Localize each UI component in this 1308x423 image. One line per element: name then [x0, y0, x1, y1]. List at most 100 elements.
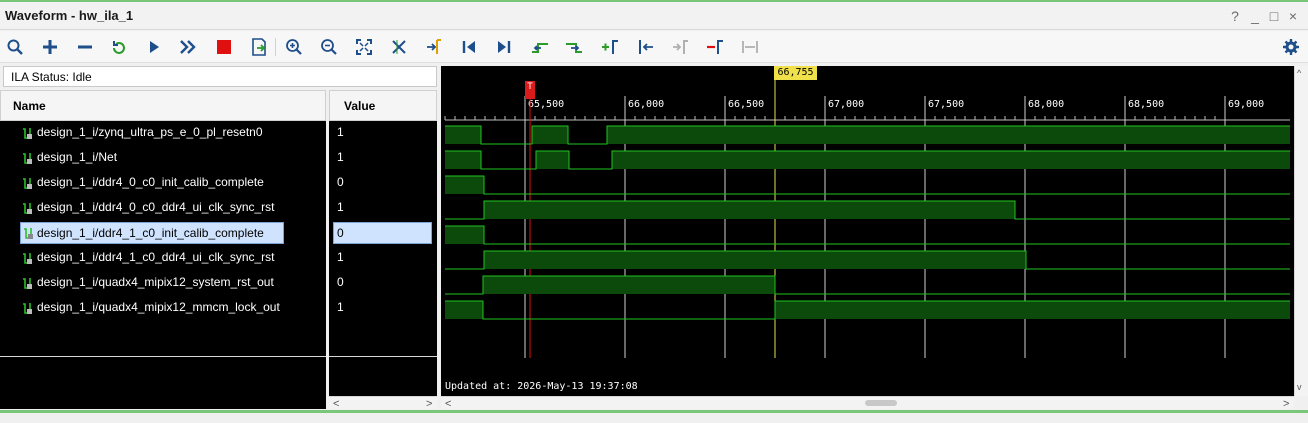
wave-high-fill [445, 226, 484, 244]
close-icon[interactable]: × [1286, 9, 1300, 23]
waveform-canvas[interactable]: 65,500 66,000 66,500 67,000 67,500 68,000 68,5… [441, 66, 1294, 396]
remove-marker-icon[interactable] [704, 36, 726, 58]
wave-high-fill [536, 151, 569, 169]
signal-row[interactable]: design_1_i/Net [0, 146, 326, 171]
scroll-left-icon[interactable]: < [333, 398, 339, 410]
settings-icon[interactable] [1280, 36, 1302, 58]
signal-name: design_1_i/ddr4_1_c0_init_calib_complete [37, 226, 264, 240]
name-column-header[interactable]: Name [0, 90, 326, 121]
run-icon[interactable] [143, 36, 165, 58]
value-row: 0 [329, 271, 437, 296]
wave-high-fill [484, 251, 1026, 269]
wave-high-fill [532, 126, 568, 144]
updated-timestamp: Updated at: 2026-May-13 19:37:08 [445, 381, 638, 392]
zoom-fit-icon[interactable] [353, 36, 375, 58]
go-end-icon[interactable] [493, 36, 515, 58]
toolbar [0, 31, 1308, 63]
signal-row[interactable]: design_1_i/quadx4_mipix12_system_rst_out [0, 271, 326, 296]
value-row: 0 [329, 171, 437, 196]
signal-value: 0 [337, 175, 344, 189]
signal-row[interactable]: design_1_i/ddr4_0_c0_init_calib_complete [0, 171, 326, 196]
signal-row[interactable]: design_1_i/ddr4_1_c0_ddr4_ui_clk_sync_rs… [0, 246, 326, 271]
wave-high-fill [445, 176, 484, 194]
tick-label: 68,500 [1128, 99, 1164, 110]
value-row-selected: 0 [329, 221, 437, 246]
zoom-in-icon[interactable] [283, 36, 305, 58]
tick-label: 69,000 [1228, 99, 1264, 110]
value-row: 1 [329, 121, 437, 146]
signal-icon [23, 278, 32, 289]
help-icon[interactable]: ? [1228, 9, 1242, 23]
scroll-right-icon[interactable]: > [426, 398, 432, 410]
signal-value: 1 [337, 250, 344, 264]
wave-high-fill [445, 151, 481, 169]
wave-high-fill [607, 126, 1290, 144]
wave-hscrollbar[interactable]: < > [441, 396, 1294, 410]
maximize-icon[interactable]: □ [1267, 9, 1281, 23]
value-hscrollbar[interactable]: < > [329, 396, 437, 410]
window-bottom-border [0, 410, 1308, 413]
signal-icon [23, 178, 32, 189]
tick-label: 67,000 [828, 99, 864, 110]
export-icon[interactable] [248, 36, 270, 58]
signal-row[interactable]: design_1_i/zynq_ultra_ps_e_0_pl_resetn0 [0, 121, 326, 146]
trigger-marker[interactable]: T [525, 81, 535, 99]
selected-highlight: design_1_i/ddr4_1_c0_init_calib_complete [20, 222, 284, 244]
tick-label: 67,500 [928, 99, 964, 110]
scroll-thumb[interactable] [865, 400, 897, 406]
value-column-header[interactable]: Value [329, 90, 437, 121]
signal-icon [23, 128, 32, 139]
signal-value: 1 [337, 150, 344, 164]
wave-high-fill [484, 201, 1015, 219]
signal-row-selected[interactable]: design_1_i/ddr4_1_c0_init_calib_complete [0, 221, 326, 246]
stop-icon[interactable] [213, 36, 235, 58]
value-row: 1 [329, 146, 437, 171]
wave-high-fill [445, 126, 481, 144]
prev-marker-icon[interactable] [635, 36, 657, 58]
minimize-icon[interactable]: _ [1248, 9, 1262, 23]
signal-name: design_1_i/ddr4_1_c0_ddr4_ui_clk_sync_rs… [37, 250, 275, 264]
waveform-svg: 65,500 66,000 66,500 67,000 67,500 68,000 68,5… [444, 80, 1290, 358]
signal-name: design_1_i/ddr4_0_c0_ddr4_ui_clk_sync_rs… [37, 200, 275, 214]
wave-high-fill [775, 301, 1290, 319]
window-title: Waveform - hw_ila_1 [5, 8, 134, 23]
signal-value: 1 [337, 125, 344, 139]
signal-name: design_1_i/quadx4_mipix12_system_rst_out [37, 275, 274, 289]
tick-label: 66,000 [628, 99, 664, 110]
ila-status: ILA Status: Idle [3, 66, 437, 87]
scroll-right-icon[interactable]: > [1283, 398, 1289, 410]
wave-high-fill [612, 151, 1290, 169]
marker-label[interactable]: 66,755 [774, 66, 817, 80]
add-marker-icon[interactable] [599, 36, 621, 58]
wave-high-fill [483, 276, 775, 294]
signal-icon [23, 203, 32, 214]
prev-transition-icon[interactable] [529, 36, 551, 58]
divider [329, 356, 437, 357]
run-all-icon[interactable] [177, 36, 199, 58]
refresh-icon[interactable] [108, 36, 130, 58]
signal-name: design_1_i/ddr4_0_c0_init_calib_complete [37, 175, 264, 189]
search-icon[interactable] [4, 36, 26, 58]
scroll-up-icon[interactable]: ^ [1297, 68, 1301, 78]
next-transition-icon[interactable] [563, 36, 585, 58]
signal-name: design_1_i/zynq_ultra_ps_e_0_pl_resetn0 [37, 125, 263, 139]
scroll-down-icon[interactable]: v [1297, 382, 1302, 392]
tick-label: 65,500 [528, 99, 564, 110]
cross-icon[interactable] [388, 36, 410, 58]
signal-row[interactable]: design_1_i/quadx4_mipix12_mmcm_lock_out [0, 296, 326, 321]
signal-row[interactable]: design_1_i/ddr4_0_c0_ddr4_ui_clk_sync_rs… [0, 196, 326, 221]
zoom-plus-icon[interactable] [39, 36, 61, 58]
zoom-minus-icon[interactable] [74, 36, 96, 58]
go-start-icon[interactable] [458, 36, 480, 58]
signal-trace [445, 225, 1290, 245]
goto-cursor-icon[interactable] [423, 36, 445, 58]
toolbar-separator [275, 38, 276, 56]
wave-vscrollbar[interactable]: ^ v [1294, 66, 1308, 396]
signal-value: 0 [337, 275, 344, 289]
signal-trace [445, 175, 1290, 195]
zoom-out-icon[interactable] [318, 36, 340, 58]
title-bar: Waveform - hw_ila_1 ? _ □ × [0, 0, 1308, 30]
value-row: 1 [329, 246, 437, 271]
scroll-left-icon[interactable]: < [445, 398, 451, 410]
tick-label: 66,500 [728, 99, 764, 110]
